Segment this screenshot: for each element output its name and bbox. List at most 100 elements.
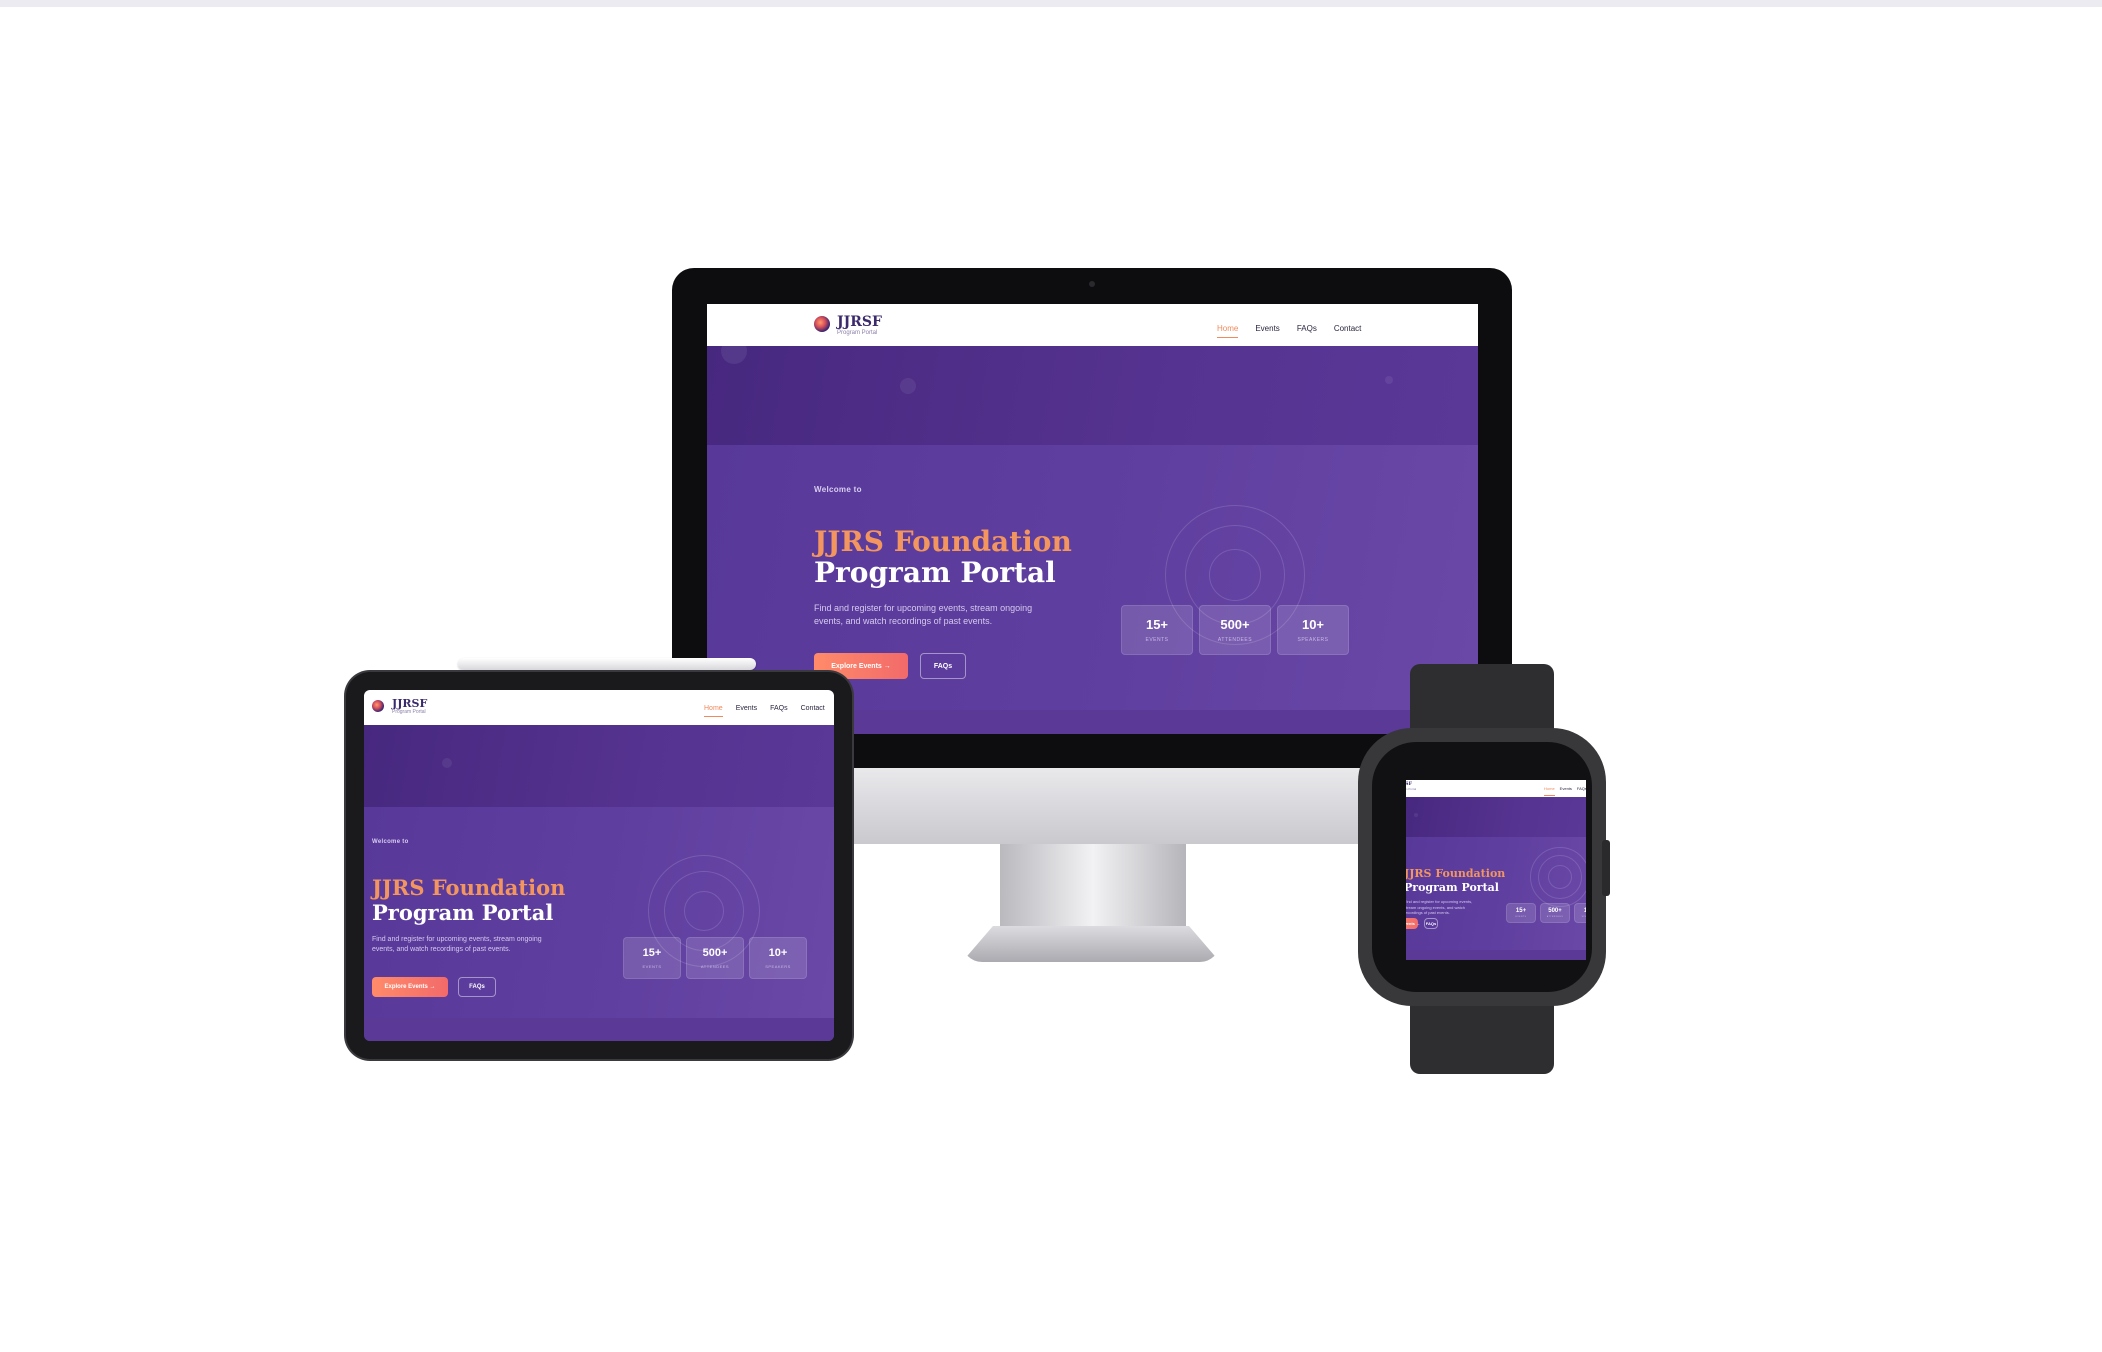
stat-card-speakers: 10+ SPEAKERS (1277, 605, 1349, 655)
stat-value: 15+ (642, 947, 662, 960)
hero-top-band (364, 725, 834, 807)
site-header: JJRSF Program Portal Home Events FAQs Co… (1406, 780, 1586, 797)
main-nav: Home Events FAQs Contact (704, 705, 825, 717)
stat-label: ATTENDEES (700, 963, 730, 969)
hero-description: Find and register for upcoming events, s… (372, 936, 542, 953)
stat-card-attendees: 500+ ATTENDEES (686, 937, 744, 979)
nav-home[interactable]: Home (704, 705, 723, 717)
hero-top-band (1406, 797, 1586, 837)
stat-card-speakers: 10+ SPEAKERS (1574, 903, 1586, 923)
nav-faqs[interactable]: FAQs (1577, 786, 1586, 791)
brand-logo[interactable]: JJRSF Program Portal (392, 698, 427, 715)
decorative-ring (1548, 865, 1572, 889)
stat-card-attendees: 500+ ATTENDEES (1199, 605, 1271, 655)
hero-eyebrow: Welcome to (814, 485, 862, 494)
camera-icon (1089, 281, 1095, 287)
stat-label: EVENTS (1145, 637, 1169, 644)
watch-screen: JJRSF Program Portal Home Events FAQs Co… (1406, 780, 1586, 960)
brand-logo[interactable]: JJRSF Program Portal (1406, 782, 1416, 791)
hero-section: Welcome to JJRS Foundation Program Porta… (707, 445, 1478, 710)
hero-top-band (707, 338, 1478, 445)
decorative-dot (1385, 376, 1393, 384)
faqs-button[interactable]: FAQs (1424, 918, 1438, 929)
nav-events[interactable]: Events (736, 705, 757, 712)
brand-subtitle: Program Portal (392, 709, 426, 715)
nav-events[interactable]: Events (1560, 786, 1572, 791)
tablet-device: JJRSF Program Portal Home Events FAQs Co… (346, 672, 852, 1059)
nav-events[interactable]: Events (1255, 324, 1279, 333)
hero-title: Program Portal (1406, 881, 1499, 894)
website-screen: JJRSF Program Portal Home Events FAQs Co… (364, 690, 834, 1041)
nav-contact[interactable]: Contact (801, 705, 825, 712)
hero-description: Find and register for upcoming events, s… (1406, 899, 1473, 916)
hero-title: Program Portal (814, 556, 1056, 589)
stat-card-attendees: 500+ ATTENDEES (1540, 903, 1570, 923)
logo-icon[interactable] (372, 700, 384, 712)
brand-name: JJRSF (392, 697, 428, 710)
explore-events-button[interactable]: Explore Events → (1406, 918, 1420, 929)
stat-value: 15+ (1145, 616, 1169, 632)
stat-label: SPEAKERS (1297, 637, 1329, 644)
nav-home[interactable]: Home (1544, 786, 1555, 796)
decorative-ring (1209, 549, 1261, 601)
brand-subtitle: Program Portal (837, 330, 878, 336)
hero-description: Find and register for upcoming events, s… (814, 603, 1033, 626)
hero-title: Program Portal (372, 900, 554, 925)
main-nav: Home Events FAQs Contact (1217, 324, 1362, 338)
hero-title-accent: JJRS Foundation (1406, 867, 1506, 880)
stat-card-events: 15+ EVENTS (1121, 605, 1193, 655)
smartwatch-device: JJRSF Program Portal Home Events FAQs Co… (1358, 728, 1606, 1006)
hero-title-accent: JJRS Foundation (814, 525, 1072, 558)
stat-value: 10+ (1301, 616, 1325, 632)
monitor-stand-base (962, 926, 1220, 962)
faqs-button[interactable]: FAQs (920, 653, 966, 679)
stat-label: EVENTS (642, 963, 662, 969)
brand-subtitle: Program Portal (1406, 787, 1417, 791)
stat-value: 10+ (768, 947, 788, 960)
decorative-dot (442, 758, 452, 768)
stat-label: ATTENDEES (1217, 637, 1253, 644)
stat-label: EVENTS (1515, 916, 1527, 919)
stat-label: SPEAKERS (765, 963, 791, 969)
stylus-pencil (458, 658, 756, 670)
brand-logo[interactable]: JJRSF Program Portal (837, 315, 882, 336)
faqs-button[interactable]: FAQs (458, 977, 496, 997)
nav-contact[interactable]: Contact (1334, 324, 1362, 333)
watch-bezel: JJRSF Program Portal Home Events FAQs Co… (1372, 742, 1592, 992)
stat-value: 500+ (1548, 907, 1562, 914)
stat-value: 500+ (702, 947, 728, 960)
stat-label: ATTENDEES (1546, 916, 1564, 919)
next-section-strip (1406, 950, 1586, 960)
nav-faqs[interactable]: FAQs (770, 705, 788, 712)
decorative-ring (684, 891, 724, 931)
stat-card-events: 15+ EVENTS (623, 937, 681, 979)
decorative-dot (721, 338, 747, 364)
decorative-dot (900, 378, 916, 394)
next-section-strip (364, 1018, 834, 1041)
watch-strap-bottom (1410, 996, 1554, 1074)
stat-value: 500+ (1220, 616, 1250, 632)
nav-home[interactable]: Home (1217, 324, 1239, 338)
site-header: JJRSF Program Portal Home Events FAQs Co… (707, 304, 1478, 346)
hero-title-accent: JJRS Foundation (372, 875, 566, 900)
nav-faqs[interactable]: FAQs (1297, 324, 1317, 333)
explore-events-button[interactable]: Explore Events → (372, 977, 448, 997)
website-screen: JJRSF Program Portal Home Events FAQs Co… (1406, 780, 1586, 960)
stat-value: 10+ (1583, 907, 1586, 914)
tablet-screen: JJRSF Program Portal Home Events FAQs Co… (364, 690, 834, 1041)
logo-icon[interactable] (814, 316, 830, 332)
main-nav: Home Events FAQs Contact (1544, 786, 1586, 796)
site-header: JJRSF Program Portal Home Events FAQs Co… (364, 690, 834, 725)
decorative-dot (1414, 813, 1418, 817)
brand-name: JJRSF (837, 314, 882, 330)
monitor-screen: JJRSF Program Portal Home Events FAQs Co… (707, 304, 1478, 734)
stat-label: SPEAKERS (1581, 916, 1586, 919)
hero-section: Welcome to JJRS Foundation Program Porta… (364, 807, 834, 1018)
stat-card-speakers: 10+ SPEAKERS (749, 937, 807, 979)
stat-card-events: 15+ EVENTS (1506, 903, 1536, 923)
hero-eyebrow: Welcome to (372, 839, 409, 845)
monitor-stand-neck (1000, 844, 1186, 934)
hero-section: Welcome to JJRS Foundation Program Porta… (1406, 837, 1586, 950)
stat-value: 15+ (1515, 907, 1527, 914)
watch-crown (1602, 840, 1610, 896)
